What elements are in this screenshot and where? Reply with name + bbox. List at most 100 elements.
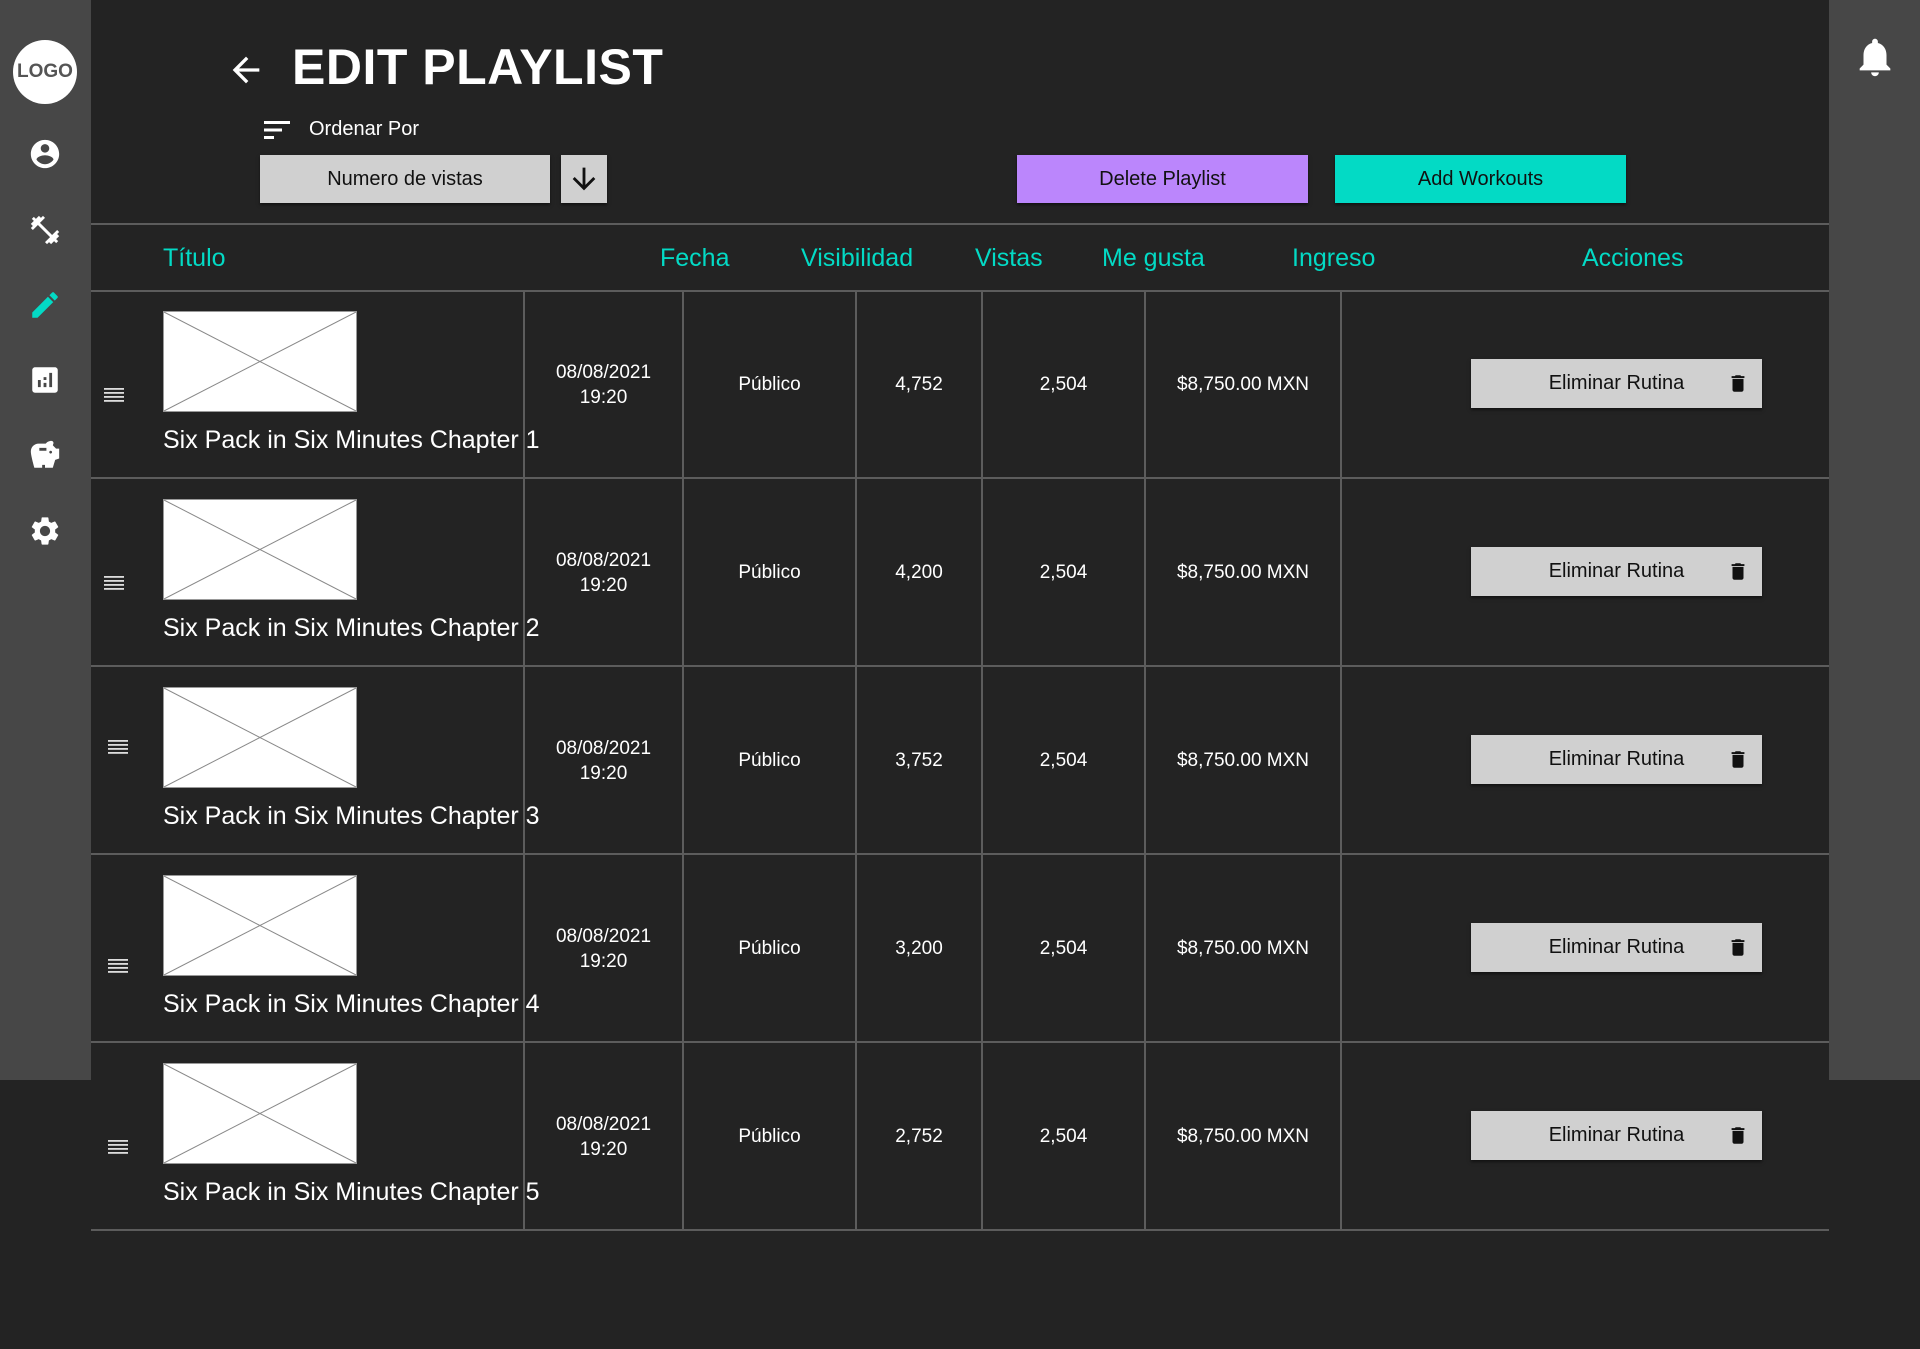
workout-title[interactable]: Six Pack in Six Minutes Chapter 4 [163,990,540,1019]
eliminar-rutina-label: Eliminar Rutina [1548,936,1685,958]
sidebar: LOGO [0,0,91,1080]
column-header-likes[interactable]: Me gusta [1102,244,1205,273]
add-workouts-button[interactable]: Add Workouts [1335,155,1626,203]
visibility-cell: Público [738,374,801,395]
income-cell: $8,750.00 MXN [1176,750,1310,771]
column-divider [1144,854,1146,1043]
arrow-down-icon [572,167,596,191]
settings-gear-icon[interactable] [27,513,63,549]
column-divider [1340,1042,1342,1231]
date-value: 08/08/2021 [555,549,652,571]
column-header-title[interactable]: Título [163,244,226,273]
column-divider [682,478,684,667]
column-divider [1340,666,1342,855]
time-value: 19:20 [579,950,628,972]
column-divider [682,854,684,1043]
likes-cell: 2,504 [1039,1126,1088,1147]
column-divider [855,1042,857,1231]
column-divider [523,290,525,479]
visibility-cell: Público [738,1126,801,1147]
column-divider [981,854,983,1043]
table-row[interactable]: Six Pack in Six Minutes Chapter 1 08/08/2… [91,291,1829,478]
thumbnail-placeholder-image[interactable] [163,311,357,412]
column-divider [682,1042,684,1231]
income-cell: $8,750.00 MXN [1176,1126,1310,1147]
column-divider [981,666,983,855]
drag-handle-icon[interactable] [107,958,129,974]
table-row[interactable]: Six Pack in Six Minutes Chapter 2 08/08/2… [91,479,1829,666]
column-header-income[interactable]: Ingreso [1292,244,1375,273]
sort-by-select[interactable]: Numero de vistas [260,155,550,203]
workout-title[interactable]: Six Pack in Six Minutes Chapter 2 [163,614,540,643]
workout-title[interactable]: Six Pack in Six Minutes Chapter 1 [163,426,540,455]
column-divider [523,666,525,855]
workout-title[interactable]: Six Pack in Six Minutes Chapter 3 [163,802,540,831]
likes-cell: 2,504 [1039,938,1088,959]
column-header-date[interactable]: Fecha [660,244,729,273]
eliminar-rutina-button[interactable]: Eliminar Rutina [1471,547,1762,596]
trash-icon [1727,559,1749,584]
eliminar-rutina-button[interactable]: Eliminar Rutina [1471,735,1762,784]
date-cell: 08/08/2021 19:20 [525,855,682,1042]
analytics-icon[interactable] [27,362,63,398]
sort-lines-icon [262,118,292,142]
eliminar-rutina-button[interactable]: Eliminar Rutina [1471,359,1762,408]
workout-title[interactable]: Six Pack in Six Minutes Chapter 5 [163,1178,540,1207]
table-row[interactable]: Six Pack in Six Minutes Chapter 5 08/08/2… [91,1043,1829,1230]
column-header-views[interactable]: Vistas [975,244,1043,273]
column-divider [1144,1042,1146,1231]
views-cell: 3,752 [895,750,943,771]
visibility-cell: Público [738,750,801,771]
edit-pencil-icon[interactable] [27,287,63,323]
thumbnail-placeholder-image[interactable] [163,875,357,976]
thumbnail-placeholder-image[interactable] [163,1063,357,1164]
sort-direction-button[interactable] [561,155,607,203]
savings-piggy-icon[interactable] [27,437,63,473]
date-value: 08/08/2021 [555,361,652,383]
eliminar-rutina-button[interactable]: Eliminar Rutina [1471,1111,1762,1160]
visibility-cell: Público [738,562,801,583]
drag-handle-icon[interactable] [107,1139,129,1155]
time-value: 19:20 [579,574,628,596]
page-title: EDIT PLAYLIST [292,39,664,95]
column-divider [1340,478,1342,667]
eliminar-rutina-label: Eliminar Rutina [1548,1124,1685,1146]
likes-cell: 2,504 [1039,750,1088,771]
column-header-actions: Acciones [1582,244,1684,272]
thumbnail-placeholder-image[interactable] [163,499,357,600]
thumbnail-placeholder-image[interactable] [163,687,357,788]
column-divider [1340,854,1342,1043]
delete-playlist-button[interactable]: Delete Playlist [1017,155,1308,203]
time-value: 19:20 [579,386,628,408]
column-header-visibility[interactable]: Visibilidad [801,244,913,273]
eliminar-rutina-button[interactable]: Eliminar Rutina [1471,923,1762,972]
drag-handle-icon[interactable] [107,739,129,755]
column-divider [981,290,983,479]
date-cell: 08/08/2021 19:20 [525,667,682,854]
drag-handle-icon[interactable] [103,575,125,591]
visibility-cell: Público [738,938,801,959]
column-divider [855,478,857,667]
column-divider [1144,290,1146,479]
notifications-bell-icon[interactable] [1852,34,1898,80]
eliminar-rutina-label: Eliminar Rutina [1548,372,1685,394]
views-cell: 2,752 [895,1126,943,1147]
income-cell: $8,750.00 MXN [1176,562,1310,583]
date-cell: 08/08/2021 19:20 [525,479,682,666]
views-cell: 3,200 [895,938,943,959]
table-row[interactable]: Six Pack in Six Minutes Chapter 3 08/08/2… [91,667,1829,854]
table-row[interactable]: Six Pack in Six Minutes Chapter 4 08/08/2… [91,855,1829,1042]
trash-icon [1727,935,1749,960]
divider [91,223,1829,225]
date-value: 08/08/2021 [555,1113,652,1135]
column-divider [981,1042,983,1231]
back-arrow-icon[interactable] [226,50,266,90]
drag-handle-icon[interactable] [103,387,125,403]
dumbbell-icon[interactable] [27,212,63,248]
account-circle-icon[interactable] [27,136,63,172]
column-divider [682,290,684,479]
date-value: 08/08/2021 [555,925,652,947]
date-value: 08/08/2021 [555,737,652,759]
column-divider [523,1042,525,1231]
eliminar-rutina-label: Eliminar Rutina [1548,560,1685,582]
